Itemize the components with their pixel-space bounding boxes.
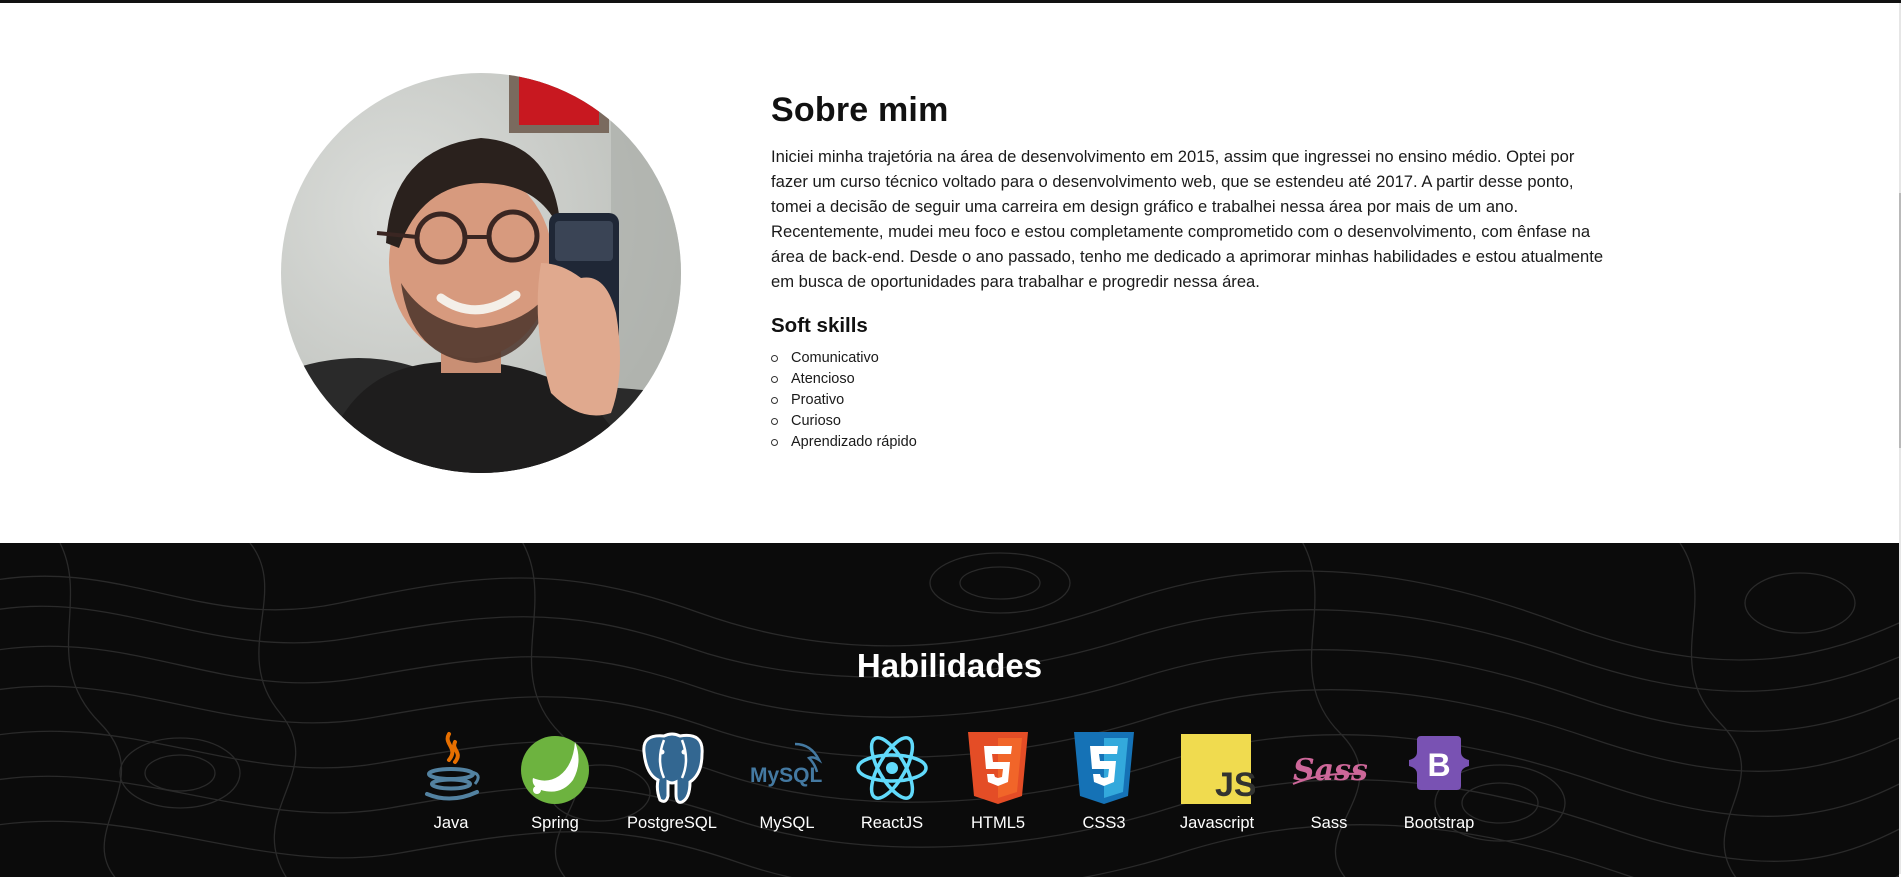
- skill-postgresql: PostgreSQL: [617, 730, 727, 833]
- skill-react: ReactJS: [837, 730, 947, 833]
- skill-label: PostgreSQL: [627, 814, 717, 832]
- soft-skill-item: Comunicativo: [771, 348, 1611, 369]
- skill-bootstrap: B Bootstrap: [1384, 730, 1494, 833]
- skill-java: Java: [396, 730, 506, 833]
- about-section: Sobre mim Iniciei minha trajetória na ár…: [0, 3, 1899, 543]
- skill-label: HTML5: [970, 814, 1026, 832]
- soft-skill-item: Aprendizado rápido: [771, 432, 1611, 453]
- sass-icon: Sass: [1291, 730, 1367, 806]
- java-icon: [413, 730, 489, 806]
- skill-spring: Spring: [500, 730, 610, 833]
- skill-label: Javascript: [1179, 814, 1255, 832]
- soft-skills-list: Comunicativo Atencioso Proativo Curioso …: [771, 348, 1611, 453]
- react-icon: [854, 730, 930, 806]
- soft-skill-item: Proativo: [771, 390, 1611, 411]
- skill-label: Sass: [1310, 814, 1348, 832]
- javascript-icon: JS: [1179, 730, 1255, 806]
- skill-sass: Sass Sass: [1274, 730, 1384, 833]
- sass-logo-text: Sass: [1293, 753, 1367, 788]
- profile-photo: [281, 73, 681, 473]
- skill-label: Java: [433, 814, 469, 832]
- about-content: Sobre mim Iniciei minha trajetória na ár…: [771, 91, 1611, 453]
- mysql-logo-my: MySQL: [750, 764, 823, 787]
- postgresql-icon: [634, 730, 710, 806]
- about-title: Sobre mim: [771, 91, 949, 129]
- bootstrap-logo-text: B: [1427, 747, 1450, 783]
- skills-list: Java Spring PostgreSQL MySQL MySQL React…: [0, 730, 1899, 840]
- page: Sobre mim Iniciei minha trajetória na ár…: [0, 0, 1901, 877]
- skill-mysql: MySQL MySQL: [732, 730, 842, 833]
- skill-css3: CSS3: [1049, 730, 1159, 833]
- bootstrap-icon: B: [1401, 730, 1477, 806]
- skill-label: Spring: [531, 814, 579, 832]
- soft-skills-title: Soft skills: [771, 314, 868, 337]
- javascript-logo-text: JS: [1215, 766, 1255, 804]
- soft-skill-item: Curioso: [771, 411, 1611, 432]
- skill-label: CSS3: [1082, 814, 1126, 832]
- skill-label: ReactJS: [860, 814, 924, 832]
- html5-icon: [960, 730, 1036, 806]
- mysql-icon: MySQL: [749, 730, 825, 806]
- css3-icon: [1066, 730, 1142, 806]
- skills-title: Habilidades: [856, 647, 1043, 684]
- skill-javascript: JS Javascript: [1162, 730, 1272, 833]
- skill-label: MySQL: [759, 814, 815, 832]
- skills-section: Habilidades Java Spring PostgreSQL MySQL…: [0, 543, 1899, 877]
- soft-skill-item: Atencioso: [771, 369, 1611, 390]
- about-paragraph: Iniciei minha trajetória na área de dese…: [771, 147, 1604, 291]
- spring-icon: [517, 730, 593, 806]
- skill-html5: HTML5: [943, 730, 1053, 833]
- skill-label: Bootstrap: [1403, 814, 1475, 832]
